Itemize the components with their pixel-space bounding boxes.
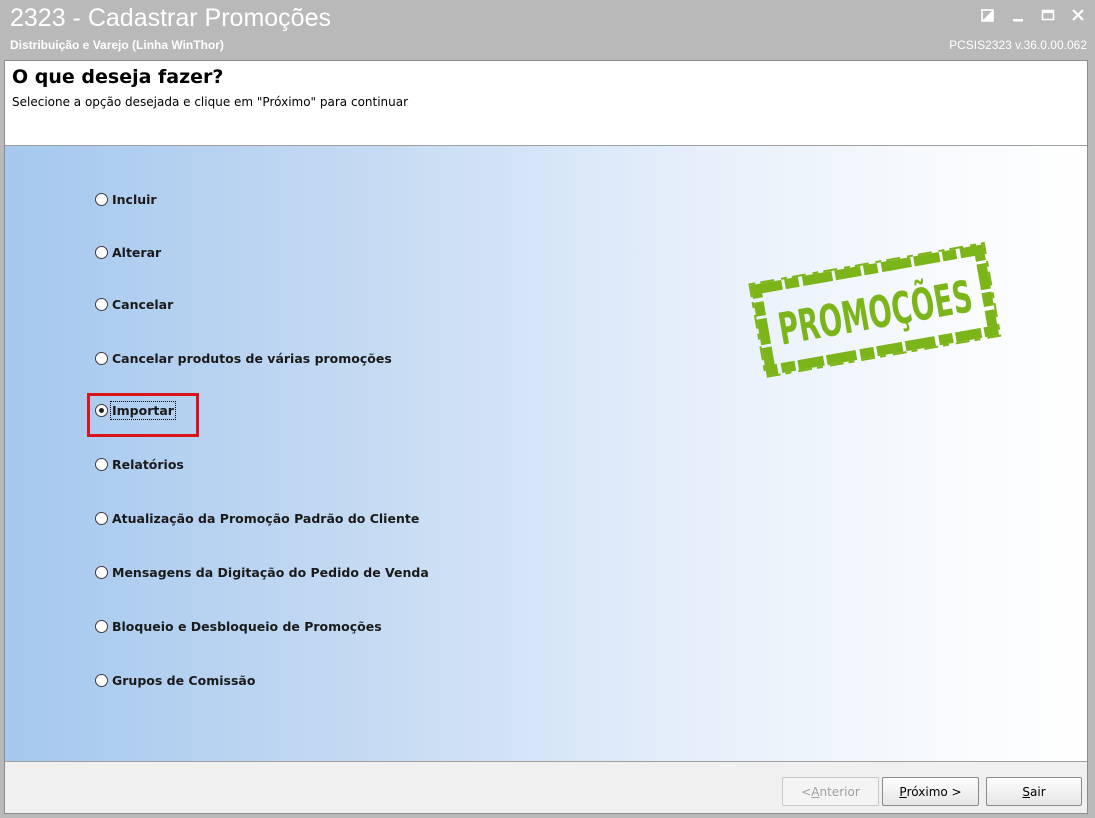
- title-bar: 2323 - Cadastrar Promoções Distribuição …: [0, 0, 1095, 60]
- option-label: Bloqueio e Desbloqueio de Promoções: [112, 619, 382, 634]
- option-7[interactable]: Atualização da Promoção Padrão do Client…: [95, 511, 419, 526]
- radio-button[interactable]: [95, 566, 108, 579]
- option-4[interactable]: Cancelar produtos de várias promoções: [95, 351, 392, 366]
- back-button-label: nterior: [819, 784, 860, 799]
- window-title: 2323 - Cadastrar Promoções: [10, 4, 331, 32]
- resize-icon: [981, 9, 994, 22]
- next-button-label: róximo >: [906, 784, 962, 799]
- radio-button[interactable]: [95, 352, 108, 365]
- exit-button-accesskey: S: [1022, 784, 1030, 799]
- option-label: Incluir: [112, 192, 157, 207]
- radio-button[interactable]: [95, 404, 108, 417]
- option-2[interactable]: Alterar: [95, 245, 161, 260]
- option-8[interactable]: Mensagens da Digitação do Pedido de Vend…: [95, 565, 429, 580]
- radio-button[interactable]: [95, 193, 108, 206]
- page-title: O que deseja fazer?: [12, 66, 224, 88]
- page-instruction: Selecione a opção desejada e clique em "…: [12, 95, 409, 109]
- window-subtitle: Distribuição e Varejo (Linha WinThor): [10, 38, 224, 52]
- option-label: Grupos de Comissão: [112, 673, 256, 688]
- radio-button[interactable]: [95, 620, 108, 633]
- option-9[interactable]: Bloqueio e Desbloqueio de Promoções: [95, 619, 382, 634]
- maximize-icon: [1041, 9, 1055, 21]
- restore-edit-button[interactable]: [979, 6, 997, 24]
- option-label: Cancelar produtos de várias promoções: [112, 351, 392, 366]
- radio-button[interactable]: [95, 298, 108, 311]
- wizard-frame: O que deseja fazer? Selecione a opção de…: [4, 60, 1088, 814]
- option-label: Relatórios: [112, 457, 184, 472]
- option-10[interactable]: Grupos de Comissão: [95, 673, 255, 688]
- option-label: Mensagens da Digitação do Pedido de Vend…: [112, 565, 429, 580]
- radio-button[interactable]: [95, 674, 108, 687]
- maximize-button[interactable]: [1039, 6, 1057, 24]
- promocoes-stamp-logo: PROMOÇÕES: [748, 241, 1002, 379]
- radio-button[interactable]: [95, 246, 108, 259]
- window-controls: [979, 4, 1087, 26]
- close-button[interactable]: [1069, 6, 1087, 24]
- option-label: Importar: [110, 401, 176, 420]
- option-1[interactable]: Incluir: [95, 192, 157, 207]
- exit-button[interactable]: Sair: [986, 777, 1082, 806]
- radio-button[interactable]: [95, 458, 108, 471]
- back-button-accesskey: A: [811, 784, 820, 799]
- wizard-header: O que deseja fazer? Selecione a opção de…: [5, 61, 1087, 146]
- option-5[interactable]: Importar: [87, 393, 199, 437]
- radio-button[interactable]: [95, 512, 108, 525]
- version-label: PCSIS2323 v.36.0.00.062: [949, 38, 1087, 52]
- option-label: Alterar: [112, 245, 162, 260]
- option-6[interactable]: Relatórios: [95, 457, 184, 472]
- next-button-accesskey: P: [899, 784, 907, 799]
- wizard-footer: < Anterior Próximo > Sair: [5, 761, 1087, 813]
- close-icon: [1072, 9, 1084, 21]
- option-label: Cancelar: [112, 297, 174, 312]
- next-button[interactable]: Próximo >: [882, 777, 979, 806]
- options-panel: Incluir Alterar Cancelar Cancelar produtos …: [5, 146, 1087, 761]
- minimize-icon: [1013, 19, 1023, 22]
- option-3[interactable]: Cancelar: [95, 297, 173, 312]
- minimize-button[interactable]: [1009, 6, 1027, 24]
- back-button[interactable]: < Anterior: [782, 777, 879, 806]
- option-label: Atualização da Promoção Padrão do Client…: [112, 511, 420, 526]
- back-button-prefix: <: [801, 784, 812, 799]
- exit-button-label: air: [1030, 784, 1046, 799]
